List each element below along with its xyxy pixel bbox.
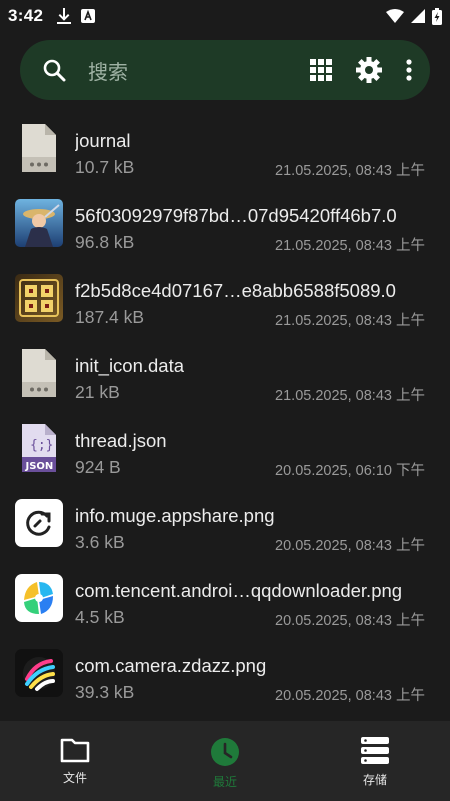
file-date: 20.05.2025, 08:43 上午 (275, 688, 425, 704)
file-size: 39.3 kB (75, 682, 135, 702)
signal-icon (411, 9, 425, 23)
status-bar: 3:42 (0, 0, 450, 32)
nav-recent-label: 最近 (212, 775, 237, 789)
file-size: 96.8 kB (75, 232, 135, 252)
file-name: com.tencent.androi…qqdownloader.png (75, 580, 403, 601)
file-name: thread.json (75, 430, 167, 451)
file-list-item[interactable]: f2b5d8ce4d07167…e8abb6588f5089.0 187.4 k… (0, 260, 450, 335)
file-name: init_icon.data (75, 355, 185, 376)
file-name: f2b5d8ce4d07167…e8abb6588f5089.0 (75, 280, 396, 301)
file-list-item[interactable]: 56f03092979f87bd…07d95420ff46b7.0 96.8 k… (0, 185, 450, 260)
wifi-icon (386, 9, 404, 23)
generic-file-icon (15, 124, 63, 172)
file-date: 21.05.2025, 08:43 上午 (275, 313, 425, 329)
file-list-item[interactable]: init_icon.data 21 kB 21.05.2025, 08:43 上… (0, 335, 450, 410)
file-list-item[interactable]: com.camera.zdazz.png 39.3 kB 20.05.2025,… (0, 635, 450, 710)
game-image-thumbnail (15, 199, 63, 247)
file-date: 21.05.2025, 08:43 上午 (275, 163, 425, 179)
file-date: 21.05.2025, 08:43 上午 (275, 388, 425, 404)
qqdownloader-app-icon (15, 574, 63, 622)
json-file-icon: {;} JSON (15, 424, 63, 472)
bottom-navigation: 文件 最近 存储 (0, 721, 450, 801)
file-date: 21.05.2025, 08:43 上午 (275, 238, 425, 254)
svg-text:JSON: JSON (25, 461, 54, 472)
file-size: 4.5 kB (75, 607, 125, 627)
generic-file-icon (15, 349, 63, 397)
file-date: 20.05.2025, 06:10 下午 (275, 463, 425, 479)
grid-view-icon[interactable] (310, 59, 332, 81)
svg-text:{;}: {;} (30, 438, 53, 453)
file-size: 924 B (75, 457, 121, 477)
file-name: info.muge.appshare.png (75, 505, 275, 526)
file-list-item[interactable]: journal 10.7 kB 21.05.2025, 08:43 上午 (0, 110, 450, 185)
search-icon[interactable] (42, 58, 66, 82)
game-logo-thumbnail (15, 274, 63, 322)
file-size: 10.7 kB (75, 157, 135, 177)
file-size: 21 kB (75, 382, 120, 402)
file-list: journal 10.7 kB 21.05.2025, 08:43 上午 56f… (0, 110, 450, 710)
search-bar[interactable]: 搜索 (20, 40, 430, 100)
file-size: 3.6 kB (75, 532, 125, 552)
gear-icon[interactable] (356, 57, 382, 83)
status-time: 3:42 (8, 6, 44, 25)
file-date: 20.05.2025, 08:43 上午 (275, 538, 425, 554)
storage-icon (361, 737, 389, 764)
clock-icon (211, 738, 239, 766)
folder-icon (60, 738, 90, 763)
nav-storage-label: 存储 (362, 773, 387, 787)
file-name: com.camera.zdazz.png (75, 655, 267, 676)
search-input[interactable]: 搜索 (88, 56, 310, 85)
camera-app-icon (15, 649, 63, 697)
file-size: 187.4 kB (75, 307, 145, 327)
file-name: 56f03092979f87bd…07d95420ff46b7.0 (75, 205, 397, 226)
nav-files-tab[interactable]: 文件 (0, 721, 150, 801)
battery-charging-icon (432, 7, 442, 25)
file-list-item[interactable]: info.muge.appshare.png 3.6 kB 20.05.2025… (0, 485, 450, 560)
file-list-item[interactable]: com.tencent.androi…qqdownloader.png 4.5 … (0, 560, 450, 635)
file-date: 20.05.2025, 08:43 上午 (275, 613, 425, 629)
appshare-app-icon (15, 499, 63, 547)
nav-storage-tab[interactable]: 存储 (300, 721, 450, 801)
file-name: journal (75, 130, 131, 151)
more-options-icon[interactable] (406, 59, 412, 81)
file-list-item[interactable]: {;} JSON thread.json 924 B 20.05.2025, 0… (0, 410, 450, 485)
nav-recent-tab[interactable]: 最近 (150, 721, 300, 801)
nav-files-label: 文件 (62, 771, 87, 785)
download-icon (57, 8, 72, 24)
app-notification-icon (81, 9, 96, 23)
